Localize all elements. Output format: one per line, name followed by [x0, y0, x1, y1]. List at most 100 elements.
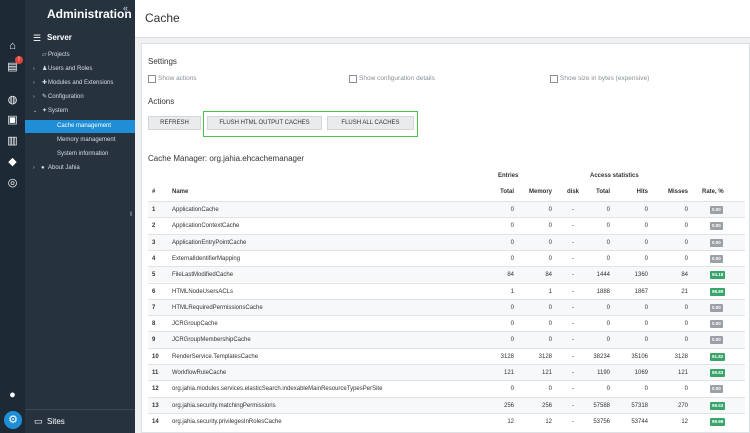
cell-name: JCRGroupMembershipCache: [172, 337, 251, 344]
page-title: Cache: [145, 11, 180, 25]
sidebar-item-cache-management[interactable]: Cache management: [25, 120, 135, 133]
table-row: 1 ApplicationCache 0 0 - 0 0 0 0.00: [148, 201, 745, 218]
collapse-sidebar-icon[interactable]: «: [123, 3, 128, 13]
sidebar-item-label: System information: [57, 151, 109, 157]
show-size-in-bytes-checkbox[interactable]: Show size in bytes (expensive): [550, 74, 700, 84]
column-header-name: Name: [172, 189, 189, 195]
cell-total: 1: [510, 288, 514, 295]
column-header-memory: Memory: [528, 189, 552, 195]
column-header-number: #: [152, 189, 156, 195]
cell-number: 1: [152, 207, 156, 213]
sidebar-item-label: Configuration: [48, 94, 84, 100]
cell-number: 8: [152, 321, 156, 328]
sidebar-item-configuration[interactable]: › ✎ Configuration: [25, 91, 135, 104]
sidebar-item-memory-management[interactable]: Memory management: [25, 134, 135, 147]
cell-number: 9: [152, 337, 156, 344]
cell-hits: 0: [644, 321, 648, 328]
sidebar-item-label: Users and Roles: [48, 66, 93, 72]
cell-memory: 1: [548, 288, 552, 295]
sidebar-item-about-jahia[interactable]: › ● About Jahia: [25, 162, 135, 175]
cell-access-total: 0: [606, 207, 610, 213]
sidebar-item-system-information[interactable]: System information: [25, 148, 135, 161]
flush-html-output-caches-button[interactable]: FLUSH HTML OUTPUT CACHES: [207, 116, 322, 130]
refresh-button[interactable]: REFRESH: [148, 116, 201, 130]
cell-access-total: 0: [606, 304, 610, 311]
sites-label: Sites: [47, 417, 65, 426]
cell-access-total: 57588: [593, 402, 610, 409]
user-icon[interactable]: ●: [6, 389, 19, 402]
sidebar-item-users-and-roles[interactable]: › ♟ Users and Roles: [25, 63, 135, 76]
server-section[interactable]: ☰ Server: [25, 31, 135, 47]
cell-memory: 12: [545, 418, 552, 425]
cell-name: WorkflowRuleCache: [172, 370, 227, 376]
home-icon[interactable]: ⌂: [6, 40, 19, 53]
sidebar-item-label: System: [48, 108, 69, 114]
cell-total: 0: [510, 386, 514, 393]
table-row: 11 WorkflowRuleCache 121 121 - 1190 1069 121 89.…: [148, 364, 745, 381]
cell-memory: 256: [541, 402, 552, 409]
sidebar-item-label: Modules and Extensions: [48, 80, 114, 86]
cell-memory: 0: [548, 321, 552, 328]
server-icon: ☰: [33, 33, 42, 43]
table-row: 5 FileLastModifiedCache 84 84 - 1444 1360 84 94.…: [148, 266, 745, 283]
sidebar-item-projects[interactable]: ▱ Projects: [25, 49, 135, 62]
rate-badge: 0.00: [710, 385, 723, 394]
resize-handle-icon[interactable]: ‖: [130, 212, 132, 218]
cell-number: 11: [152, 370, 159, 376]
sidebar-item-modules[interactable]: › ✚ Modules and Extensions: [25, 77, 135, 90]
cell-disk: -: [572, 272, 574, 279]
sidebar-item-label: Cache management: [57, 123, 112, 129]
cell-misses: 0: [684, 255, 688, 262]
show-configuration-details-checkbox[interactable]: Show configuration details: [349, 74, 499, 84]
cell-total: 0: [510, 223, 514, 230]
cell-total: 12: [507, 418, 514, 425]
pages-icon[interactable]: ▣: [6, 114, 19, 127]
cell-disk: -: [572, 370, 574, 376]
tag-icon[interactable]: ◆: [6, 156, 19, 169]
gear-icon[interactable]: ⚙: [4, 411, 22, 429]
sidebar-item-label: Memory management: [57, 137, 116, 143]
cell-hits: 1360: [634, 272, 648, 279]
cell-hits: 0: [644, 223, 648, 230]
table-row: 2 ApplicationContextCache 0 0 - 0 0 0 0.00: [148, 217, 745, 233]
flush-all-caches-button[interactable]: FLUSH ALL CACHES: [327, 116, 414, 130]
sidebar-title: Administration: [47, 7, 132, 21]
cell-misses: 12: [681, 418, 688, 425]
cell-number: 6: [152, 288, 156, 295]
cell-memory: 3128: [538, 353, 552, 360]
configuration-icon: ✎: [42, 94, 48, 100]
compass-icon[interactable]: ◎: [6, 177, 19, 190]
checkbox-label: Show size in bytes (expensive): [560, 75, 650, 82]
cell-number: 7: [152, 304, 156, 311]
column-header-rate: Rate, %: [702, 189, 724, 195]
cell-access-total: 53756: [593, 418, 610, 425]
server-label: Server: [47, 33, 72, 42]
rate-badge: 98.89: [710, 287, 726, 296]
cell-name: FileLastModifiedCache: [172, 272, 234, 279]
system-icon: ✦: [42, 108, 48, 114]
chevron-down-icon: ⌄: [33, 108, 38, 114]
cell-total: 0: [510, 304, 514, 311]
column-header-access-total: Total: [596, 189, 610, 195]
table-row: 12 org.jahia.modules.services.elasticSear…: [148, 380, 745, 396]
rate-badge: 99.53: [710, 401, 726, 410]
cell-misses: 0: [684, 304, 688, 311]
globe-icon[interactable]: ◍: [6, 94, 19, 107]
cell-number: 5: [152, 272, 156, 279]
modules-icon: ✚: [42, 80, 48, 86]
cell-disk: -: [572, 288, 574, 295]
cell-hits: 0: [644, 255, 648, 262]
cell-misses: 0: [684, 239, 688, 246]
checkbox-box[interactable]: [148, 75, 156, 83]
sites-section[interactable]: ▭ Sites: [25, 409, 135, 433]
checkbox-box[interactable]: [349, 75, 357, 83]
sidebar-item-system[interactable]: ⌄ ✦ System: [25, 105, 135, 118]
cell-disk: -: [572, 337, 574, 344]
checkbox-box[interactable]: [550, 75, 558, 83]
cell-access-total: 38234: [593, 353, 610, 360]
cell-access-total: 0: [606, 255, 610, 262]
cell-disk: -: [572, 304, 574, 311]
chart-icon[interactable]: ▥: [6, 135, 19, 148]
show-actions-checkbox[interactable]: Show actions: [148, 74, 298, 84]
cell-total: 3128: [500, 353, 514, 360]
